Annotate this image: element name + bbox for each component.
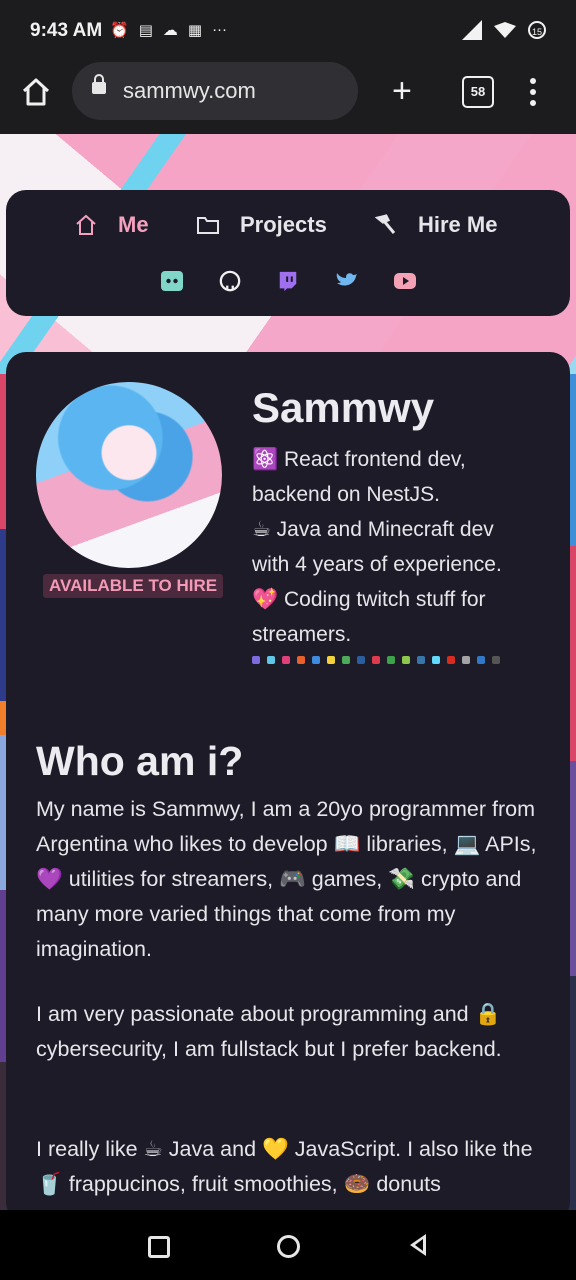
tech-icon <box>417 656 425 664</box>
bio-line: ⚛️ React frontend dev, <box>252 448 466 471</box>
about-paragraph: My name is Sammwy, I am a 20yo programme… <box>36 797 537 961</box>
twitch-icon[interactable] <box>276 270 300 292</box>
tech-icon <box>477 656 485 664</box>
tech-icon <box>267 656 275 664</box>
github-icon[interactable] <box>218 270 242 292</box>
lock-icon <box>92 74 106 94</box>
home-icon[interactable] <box>20 76 52 108</box>
tech-icon <box>357 656 365 664</box>
tech-icon <box>252 656 260 664</box>
tab-switcher-button[interactable]: 58 <box>462 76 494 108</box>
tech-icon <box>342 656 350 664</box>
back-button[interactable] <box>410 1234 426 1256</box>
tech-icon <box>372 656 380 664</box>
tech-icon <box>282 656 290 664</box>
bio-line: 💖 Coding twitch stuff for <box>252 588 486 611</box>
signal-icon <box>462 20 482 40</box>
notification-icons: ⏰ ▤ ☁ ▦ ··· <box>110 21 227 39</box>
nav-item-me[interactable]: Me <box>74 212 149 238</box>
tech-icon <box>312 656 320 664</box>
battery-icon: 15 <box>528 21 546 39</box>
browser-menu-button[interactable] <box>530 78 536 111</box>
section-heading: Who am i? <box>36 738 244 784</box>
nav-item-label: Projects <box>240 212 327 237</box>
tech-icon <box>387 656 395 664</box>
tech-stack-icons <box>252 656 500 664</box>
nav-item-hire-me[interactable]: Hire Me <box>374 212 497 238</box>
clock: 9:43 AM <box>30 20 103 41</box>
recents-button[interactable] <box>148 1236 170 1258</box>
status-bar: 9:43 AM ⏰ ▤ ☁ ▦ ··· 15 <box>0 0 576 62</box>
about-paragraph: I really like ☕ Java and 💛 JavaScript. I… <box>36 1137 533 1196</box>
folder-icon <box>197 217 219 234</box>
tech-icon <box>402 656 410 664</box>
avatar <box>36 382 222 568</box>
url-text: sammwy.com <box>123 78 256 103</box>
about-paragraph: I am very passionate about programming a… <box>36 1002 502 1061</box>
site-navigation: Me Projects Hire Me <box>6 190 570 316</box>
nav-item-label: Hire Me <box>418 212 498 237</box>
hammer-icon <box>374 214 396 234</box>
system-navigation-bar <box>0 1210 576 1280</box>
address-bar[interactable]: sammwy.com <box>72 62 358 120</box>
bio-line: backend on NestJS. <box>252 483 440 506</box>
home-button[interactable] <box>277 1235 300 1258</box>
twitter-icon[interactable] <box>335 270 359 292</box>
profile-card: AVAILABLE TO HIRE Sammwy ⚛️ React fronte… <box>6 352 570 1222</box>
bio-line: ☕ Java and Minecraft dev <box>252 518 494 541</box>
youtube-icon[interactable] <box>393 270 417 292</box>
bio-line: with 4 years of experience. <box>252 553 502 576</box>
tech-icon <box>462 656 470 664</box>
calendar-icon: ▦ <box>187 22 203 39</box>
nav-item-projects[interactable]: Projects <box>196 212 327 238</box>
cloud-icon: ☁ <box>162 22 178 39</box>
tech-icon <box>447 656 455 664</box>
browser-toolbar: sammwy.com + 58 <box>0 62 576 134</box>
profile-name: Sammwy <box>252 384 435 431</box>
tech-icon <box>492 656 500 664</box>
tech-icon <box>327 656 335 664</box>
home-icon <box>76 214 96 235</box>
message-icon: ▤ <box>138 22 153 39</box>
discord-icon[interactable] <box>160 270 184 292</box>
wifi-icon <box>494 22 516 38</box>
bio-line: streamers. <box>252 623 352 646</box>
tech-icon <box>432 656 440 664</box>
more-notifications-icon: ··· <box>212 21 228 38</box>
alarm-icon: ⏰ <box>110 22 129 39</box>
status-badge: AVAILABLE TO HIRE <box>43 574 224 598</box>
nav-item-label: Me <box>118 212 149 237</box>
tech-icon <box>297 656 305 664</box>
profile-bio: ⚛️ React frontend dev, backend on NestJS… <box>252 442 552 652</box>
new-tab-button[interactable]: + <box>392 74 412 108</box>
